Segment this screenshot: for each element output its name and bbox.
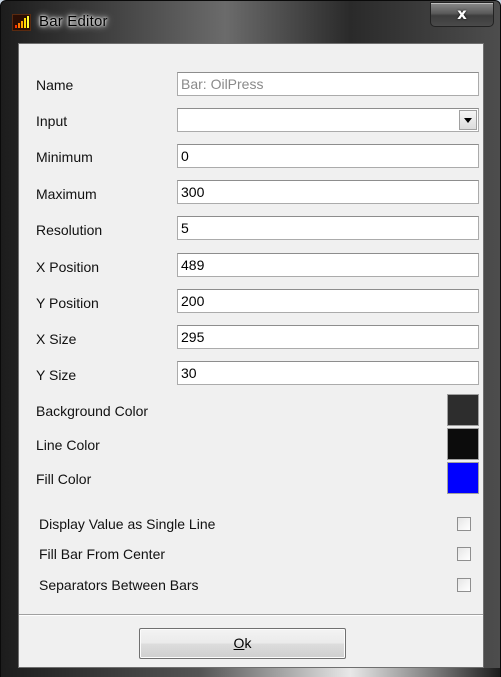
input-select[interactable] (177, 108, 479, 132)
divider (19, 614, 483, 616)
background-color-swatch[interactable] (447, 394, 479, 426)
resolution-field[interactable] (177, 216, 479, 240)
x-position-row: X Position (19, 252, 483, 280)
chevron-down-icon[interactable] (459, 110, 477, 130)
minimum-field[interactable] (177, 144, 479, 168)
bar-editor-window: Bar Editor x Name Input Minimum Maximum … (0, 0, 501, 677)
input-row: Input (19, 107, 483, 135)
window-title: Bar Editor (39, 13, 108, 30)
dialog-client-area: Name Input Minimum Maximum Resolution X … (18, 43, 484, 668)
resolution-label: Resolution (36, 222, 103, 238)
separators-option: Separators Between Bars (19, 572, 483, 600)
maximum-row: Maximum (19, 179, 483, 207)
maximum-label: Maximum (36, 186, 97, 202)
x-size-field[interactable] (177, 325, 479, 349)
single-line-checkbox[interactable] (457, 517, 471, 531)
ok-button[interactable]: Ok (139, 628, 346, 659)
resolution-row: Resolution (19, 215, 483, 243)
single-line-label: Display Value as Single Line (39, 516, 216, 532)
single-line-option: Display Value as Single Line (19, 511, 483, 539)
x-position-label: X Position (36, 259, 100, 275)
line-color-row: Line Color (19, 428, 483, 462)
input-label: Input (36, 113, 68, 129)
maximum-field[interactable] (177, 180, 479, 204)
name-label: Name (36, 77, 74, 93)
fill-color-row: Fill Color (19, 462, 483, 496)
title-bar[interactable]: Bar Editor x (1, 1, 500, 43)
ok-label-rest: k (244, 635, 252, 651)
separators-label: Separators Between Bars (39, 577, 199, 593)
line-color-swatch[interactable] (447, 428, 479, 460)
background-color-label: Background Color (36, 403, 149, 419)
name-row: Name (19, 70, 483, 98)
x-size-label: X Size (36, 331, 77, 347)
minimum-row: Minimum (19, 143, 483, 171)
separators-checkbox[interactable] (457, 578, 471, 592)
close-button[interactable]: x (430, 2, 494, 27)
y-position-field[interactable] (177, 289, 479, 313)
fill-center-label: Fill Bar From Center (39, 546, 166, 562)
minimum-label: Minimum (36, 149, 93, 165)
y-size-row: Y Size (19, 360, 483, 388)
fill-color-swatch[interactable] (447, 462, 479, 494)
fill-center-option: Fill Bar From Center (19, 541, 483, 569)
bar-chart-icon (12, 14, 31, 31)
x-position-field[interactable] (177, 253, 479, 277)
name-field[interactable] (177, 72, 479, 96)
y-position-label: Y Position (36, 295, 99, 311)
ok-mnemonic: O (233, 635, 245, 651)
window-bottom-frame (1, 668, 500, 677)
x-size-row: X Size (19, 324, 483, 352)
background-color-row: Background Color (19, 394, 483, 428)
fill-center-checkbox[interactable] (457, 547, 471, 561)
y-size-label: Y Size (36, 367, 77, 383)
fill-color-label: Fill Color (36, 471, 92, 487)
line-color-label: Line Color (36, 437, 100, 453)
y-size-field[interactable] (177, 361, 479, 385)
y-position-row: Y Position (19, 288, 483, 316)
